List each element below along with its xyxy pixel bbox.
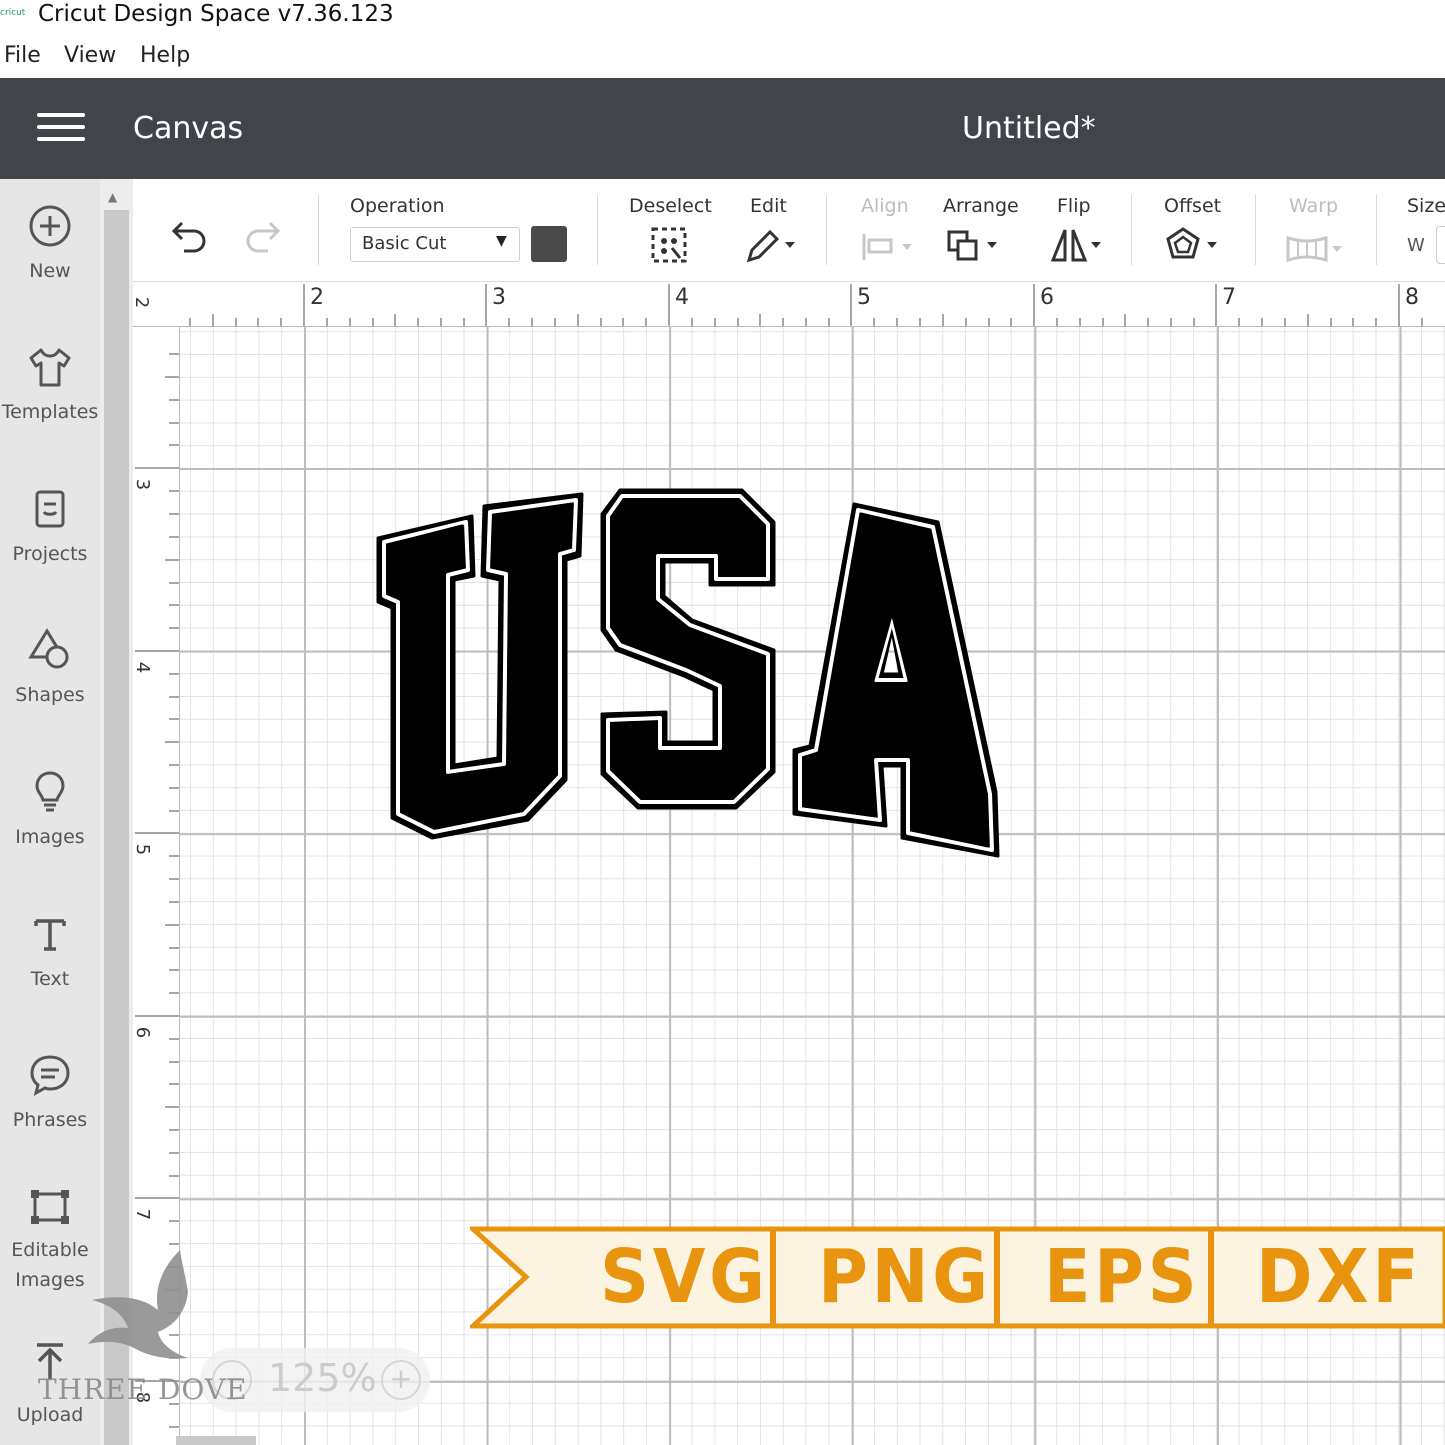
zoom-level: 125% (268, 1356, 377, 1400)
color-swatch[interactable] (531, 226, 567, 262)
sidebar-item-phrases[interactable]: Phrases (0, 1052, 100, 1136)
ruler-top-label: 7 (1222, 285, 1236, 310)
projects-icon (35, 490, 65, 528)
header-title: Canvas (133, 111, 244, 146)
flip-label: Flip (1057, 195, 1091, 217)
menu-file[interactable]: File (4, 43, 41, 68)
ruler-top-label: 8 (1405, 285, 1419, 310)
toolbar-divider (826, 195, 827, 265)
text-icon (34, 919, 66, 951)
ruler-left-label: 7 (132, 1208, 154, 1221)
editable-images-icon (31, 1190, 69, 1224)
ruler-top-label: 3 (492, 285, 506, 310)
menu-view[interactable]: View (64, 43, 116, 68)
operation-label: Operation (350, 195, 445, 217)
align-label: Align (861, 195, 909, 217)
ruler-left-label: 5 (132, 843, 154, 856)
toolbar-divider (1131, 195, 1132, 265)
format-dxf: DXF (1256, 1234, 1423, 1320)
sidebar-label-projects: Projects (12, 543, 88, 565)
sidebar-item-new[interactable]: New (0, 203, 100, 287)
menu-bar: File View Help (0, 40, 1445, 74)
sidebar-item-shapes[interactable]: Shapes (0, 627, 100, 711)
sidebar-label-new: New (29, 260, 71, 282)
window-title: Cricut Design Space v7.36.123 (38, 1, 394, 27)
edit-label: Edit (750, 195, 787, 217)
sidebar-label-text: Text (30, 968, 70, 990)
size-label: Size (1407, 195, 1445, 217)
ruler-top-label: 2 (310, 285, 324, 310)
ruler-left-label: 4 (132, 661, 154, 674)
sidebar-label-images: Images (15, 826, 85, 848)
sidebar-label-phrases: Phrases (12, 1109, 88, 1131)
deselect-label: Deselect (629, 195, 712, 217)
align-icon[interactable] (860, 230, 918, 264)
hamburger-menu-icon[interactable] (37, 113, 85, 147)
sidebar-item-projects[interactable]: Projects (0, 486, 100, 570)
menu-help[interactable]: Help (140, 43, 190, 68)
offset-label: Offset (1164, 195, 1222, 217)
toolbar-divider (318, 195, 319, 265)
sidebar-label-templates: Templates (1, 401, 99, 423)
ruler-left-label: 3 (132, 478, 154, 491)
zoom-in-icon[interactable]: + (381, 1360, 421, 1400)
deselect-icon[interactable] (650, 226, 688, 264)
ruler-corner-label: 2 (131, 296, 153, 309)
flip-icon[interactable] (1049, 226, 1107, 264)
ruler-top-label: 4 (675, 285, 689, 310)
speech-bubble-icon (30, 1055, 70, 1096)
shapes-icon (28, 628, 69, 669)
undo-icon[interactable] (166, 215, 210, 255)
operation-select-value: Basic Cut (362, 233, 447, 254)
warp-label: Warp (1289, 195, 1339, 217)
size-width-input[interactable] (1436, 226, 1445, 264)
toolbar-divider (597, 195, 598, 265)
plus-circle-icon (29, 205, 71, 247)
size-width-label: W (1407, 235, 1425, 256)
ruler-top-label: 5 (857, 285, 871, 310)
horizontal-scrollbar-thumb[interactable] (176, 1436, 256, 1445)
usa-design[interactable] (370, 480, 1010, 865)
sidebar-label-shapes: Shapes (15, 684, 85, 706)
horizontal-ruler: 2 2 3 4 5 6 7 8 (131, 282, 1445, 327)
dove-logo-icon (88, 1250, 188, 1359)
tshirt-icon (29, 348, 71, 387)
format-png: PNG (818, 1234, 992, 1320)
sidebar-item-images[interactable]: Images (0, 769, 100, 853)
caret-down-icon: ▼ (496, 233, 507, 249)
format-svg: SVG (600, 1234, 769, 1320)
arrange-label: Arrange (943, 195, 1019, 217)
warp-icon[interactable] (1284, 234, 1350, 264)
lightbulb-icon (35, 771, 65, 812)
app-logo: cricut (0, 8, 26, 18)
arrange-icon[interactable] (945, 228, 1003, 264)
watermark-text: THREE DOVE (38, 1373, 248, 1406)
pencil-icon[interactable] (743, 226, 801, 264)
ruler-top-label: 6 (1040, 285, 1054, 310)
redo-icon[interactable] (242, 215, 286, 255)
sidebar-item-text[interactable]: Text (0, 911, 100, 995)
format-eps: EPS (1044, 1234, 1201, 1320)
toolbar-divider (1376, 195, 1377, 265)
toolbar-divider (1255, 195, 1256, 265)
offset-icon[interactable] (1165, 226, 1223, 266)
scroll-up-arrow-icon[interactable]: ▲ (108, 190, 117, 204)
sidebar-item-templates[interactable]: Templates (0, 344, 100, 428)
ruler-left-label: 6 (132, 1026, 154, 1039)
document-title: Untitled* (962, 111, 1096, 146)
file-formats-banner: SVG PNG EPS DXF (470, 1226, 1445, 1329)
